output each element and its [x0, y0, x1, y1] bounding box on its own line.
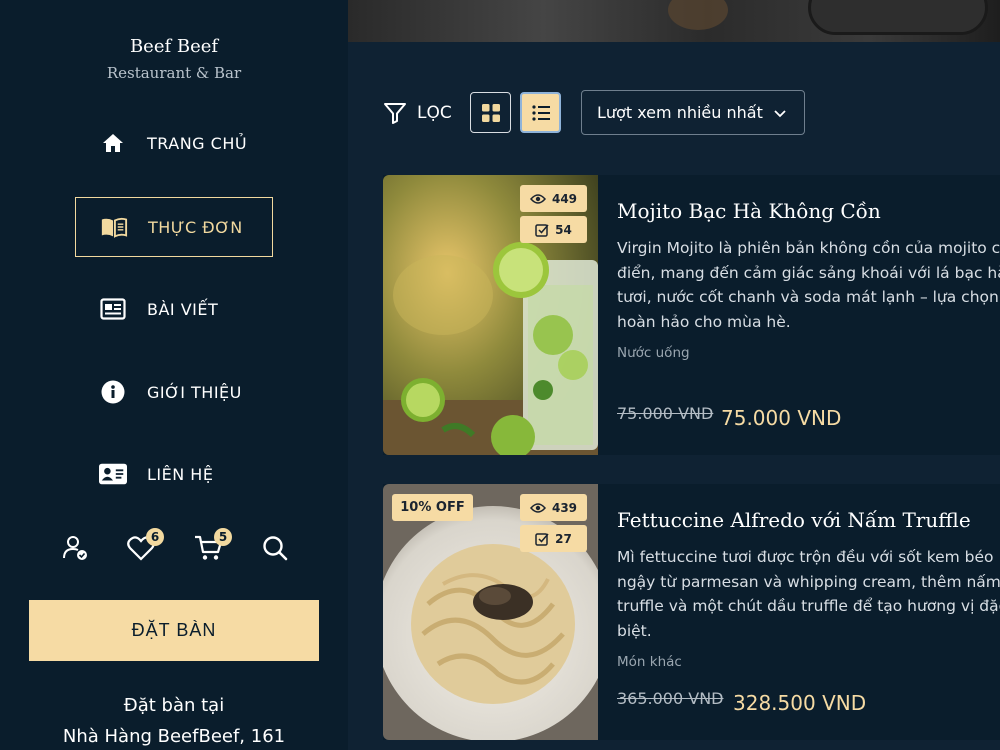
booking-line-1: Đặt bàn tại	[123, 695, 225, 716]
menu-book-icon	[100, 213, 128, 241]
description-line: tươi, nước cốt chanh và soda mát lạnh – …	[617, 288, 999, 306]
menu-item-old-price: 75.000 VND	[617, 404, 714, 423]
menu-item-title[interactable]: Mojito Bạc Hà Không Cồn	[617, 199, 881, 223]
orders-count: 54	[555, 222, 572, 237]
description-line: biệt.	[617, 621, 652, 640]
grid-view-button[interactable]	[470, 92, 511, 133]
description-line: ngậy từ parmesan và whipping cream, thêm…	[617, 572, 1000, 591]
contact-card-icon	[99, 460, 127, 488]
menu-item-description: Mì fettuccine tươi được trộn đều với sốt…	[617, 545, 1000, 643]
description-line: Mì fettuccine tươi được trộn đều với sốt…	[617, 548, 994, 566]
menu-item-image[interactable]	[383, 484, 598, 740]
nav-label: LIÊN HỆ	[147, 464, 214, 484]
booking-address: Nhà Hàng BeefBeef, 161	[62, 726, 286, 747]
nav-label: THỰC ĐƠN	[148, 217, 243, 237]
list-icon	[531, 104, 550, 121]
sort-value: Lượt xem nhiều nhất	[597, 103, 763, 122]
views-count: 439	[551, 500, 578, 515]
cart-button[interactable]: 5	[192, 528, 232, 568]
brand-name[interactable]: Beef Beef	[0, 36, 348, 57]
checkbox-icon	[535, 532, 549, 546]
sort-select[interactable]: Lượt xem nhiều nhất	[581, 90, 805, 135]
checkbox-icon	[535, 223, 549, 237]
menu-item-old-price: 365.000 VND	[617, 689, 724, 708]
menu-item-price: 75.000 VND	[721, 406, 842, 430]
article-icon	[99, 295, 127, 323]
views-chip: 449	[520, 185, 587, 212]
nav-label: BÀI VIẾT	[147, 299, 219, 319]
account-button[interactable]	[58, 528, 92, 568]
favorites-button[interactable]: 6	[124, 528, 164, 568]
description-line: điển, mang đến cảm giác sảng khoái với l…	[617, 263, 1000, 282]
eye-icon	[529, 502, 546, 513]
discount-badge: 10% OFF	[392, 494, 473, 521]
nav-item-articles[interactable]: BÀI VIẾT	[75, 279, 273, 339]
nav-label: TRANG CHỦ	[147, 133, 248, 153]
brand-subtitle: Restaurant & Bar	[106, 64, 242, 82]
nav-label: GIỚI THIỆU	[147, 382, 242, 402]
filter-button[interactable]: LỌC	[383, 98, 452, 128]
menu-item-category: Món khác	[617, 654, 682, 670]
orders-count: 27	[555, 531, 572, 546]
book-table-button[interactable]: ĐẶT BÀN	[29, 600, 319, 661]
nav-item-about[interactable]: GIỚI THIỆU	[75, 362, 273, 422]
home-icon	[99, 129, 127, 157]
hero-banner-image	[348, 0, 1000, 42]
description-line: truffle và một chút dầu truffle để tạo h…	[617, 597, 1000, 615]
nav-item-menu[interactable]: THỰC ĐƠN	[75, 197, 273, 257]
orders-chip: 27	[520, 525, 587, 552]
hero-decoration	[808, 0, 988, 35]
menu-item-description: Virgin Mojito là phiên bản không cồn của…	[617, 236, 1000, 334]
list-view-button[interactable]	[520, 92, 561, 133]
hero-decoration	[668, 0, 728, 30]
eye-icon	[529, 193, 546, 204]
menu-item-title[interactable]: Fettuccine Alfredo với Nấm Truffle	[617, 508, 971, 532]
description-line: Virgin Mojito là phiên bản không cồn của…	[617, 239, 1000, 257]
menu-item-category: Nước uống	[617, 345, 690, 361]
info-icon	[99, 378, 127, 406]
views-count: 449	[551, 191, 578, 206]
views-chip: 439	[520, 494, 587, 521]
cart-count-badge: 5	[214, 528, 232, 546]
nav-item-home[interactable]: TRANG CHỦ	[75, 113, 273, 173]
chevron-down-icon	[774, 110, 786, 118]
description-line: hoàn hảo cho mùa hè.	[617, 312, 791, 331]
filter-label: LỌC	[417, 103, 452, 123]
search-button[interactable]	[258, 528, 292, 568]
orders-chip: 54	[520, 216, 587, 243]
user-check-icon	[63, 536, 87, 560]
search-icon	[263, 536, 288, 561]
nav-item-contact[interactable]: LIÊN HỆ	[75, 444, 273, 504]
sidebar: Beef Beef Restaurant & Bar TRANG CHỦ THỰ…	[0, 0, 348, 750]
menu-item-card[interactable]: 449 54 Mojito Bạc Hà Không Cồn Virgin Mo…	[383, 175, 1000, 455]
menu-item-price: 328.500 VND	[733, 691, 867, 715]
filter-funnel-icon	[384, 103, 406, 124]
favorites-count-badge: 6	[146, 528, 164, 546]
utility-row: 6 5	[58, 528, 298, 568]
menu-item-card[interactable]: 10% OFF 439 27 Fettuccine Alfredo với Nấ…	[383, 484, 1000, 740]
grid-icon	[481, 103, 500, 122]
